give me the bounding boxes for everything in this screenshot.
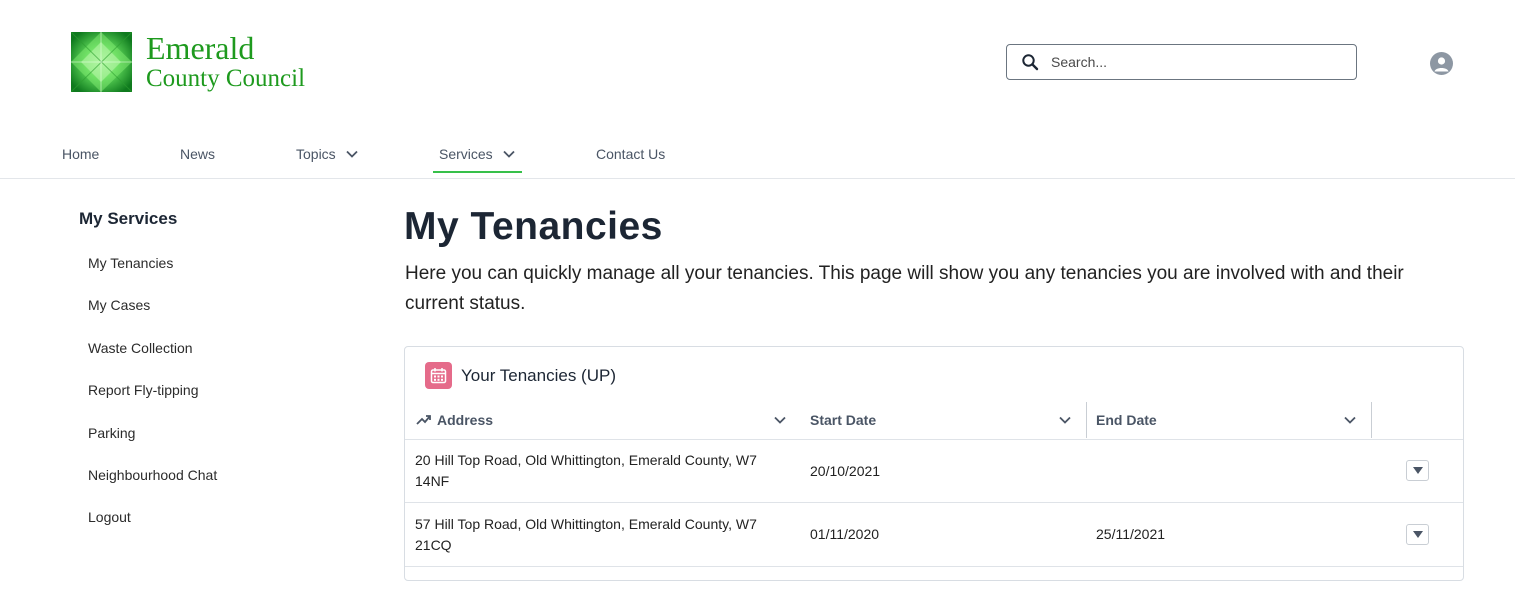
nav-services[interactable]: Services [433,144,522,173]
nav-home[interactable]: Home [62,144,99,164]
table-row[interactable]: 57 Hill Top Road, Old Whittington, Emera… [405,502,1463,566]
nav-contact-us-label: Contact Us [596,146,666,162]
brand-line-1: Emerald [146,30,255,66]
nav-services-label: Services [439,146,493,162]
calendar-icon [425,362,452,389]
chevron-down-icon[interactable] [773,413,787,427]
nav-home-label: Home [62,146,100,162]
main-nav: Home News Topics Services Contact Us [0,130,1515,179]
emerald-logo-icon [71,32,132,92]
cell-address: 57 Hill Top Road, Old Whittington, Emera… [415,516,757,553]
chevron-down-icon[interactable] [1058,413,1072,427]
card-footer-divider [405,566,1463,567]
column-header-address[interactable]: Address [416,402,787,438]
table-row[interactable]: 20 Hill Top Road, Old Whittington, Emera… [405,439,1463,502]
row-actions-button[interactable] [1406,460,1429,481]
calendar-glyph [430,368,447,384]
nav-topics[interactable]: Topics [296,144,359,164]
user-avatar[interactable] [1430,52,1453,75]
brand-line-2: County Council [146,65,306,92]
row-actions-button[interactable] [1406,524,1429,545]
sidebar-title: My Services [79,209,178,228]
user-avatar-icon [1434,57,1449,72]
nav-news[interactable]: News [180,144,215,164]
card-header: Your Tenancies (UP) [425,362,616,389]
column-header-address-label: Address [437,412,494,428]
page-intro: Here you can quickly manage all your ten… [405,263,1404,314]
nav-topics-label: Topics [296,146,336,162]
chevron-down-icon[interactable] [1343,413,1357,427]
column-header-end-date-label: End Date [1096,412,1157,428]
column-divider[interactable] [1371,402,1372,438]
sidebar-item-report-fly-tipping[interactable]: Report Fly-tipping [88,381,217,423]
trend-icon [416,415,431,425]
brand-name[interactable]: Emerald County Council [146,32,305,91]
dropdown-triangle-icon [1412,531,1423,538]
search-input[interactable] [1051,54,1331,70]
tenancies-card: Your Tenancies (UP) Address Start Date E… [404,346,1464,581]
column-header-end-date[interactable]: End Date [1096,402,1357,438]
nav-news-label: News [180,146,216,162]
chevron-down-icon [503,150,515,158]
cell-start-date: 01/11/2020 [810,526,880,542]
sidebar-item-my-tenancies[interactable]: My Tenancies [88,254,217,296]
search-box[interactable] [1006,44,1357,80]
column-header-start-date-label: Start Date [810,412,877,428]
sidebar-item-parking[interactable]: Parking [88,424,217,466]
card-title: Your Tenancies (UP) [461,365,616,385]
emerald-logo[interactable] [71,32,132,92]
dropdown-triangle-icon [1412,467,1423,474]
sidebar-item-my-cases[interactable]: My Cases [88,296,217,338]
page-title: My Tenancies [404,205,663,248]
sidebar-item-waste-collection[interactable]: Waste Collection [88,339,217,381]
column-header-start-date[interactable]: Start Date [810,402,1072,438]
sidebar-item-logout[interactable]: Logout [88,508,217,550]
cell-end-date: 25/11/2021 [1096,526,1166,542]
chevron-down-icon [346,150,358,158]
column-divider[interactable] [1086,402,1087,438]
sidebar-list: My Tenancies My Cases Waste Collection R… [88,254,217,551]
cell-start-date: 20/10/2021 [810,463,881,479]
nav-contact-us[interactable]: Contact Us [596,144,665,164]
sidebar-item-neighbourhood-chat[interactable]: Neighbourhood Chat [88,466,217,508]
cell-address: 20 Hill Top Road, Old Whittington, Emera… [415,452,757,489]
search-icon [1022,54,1039,71]
